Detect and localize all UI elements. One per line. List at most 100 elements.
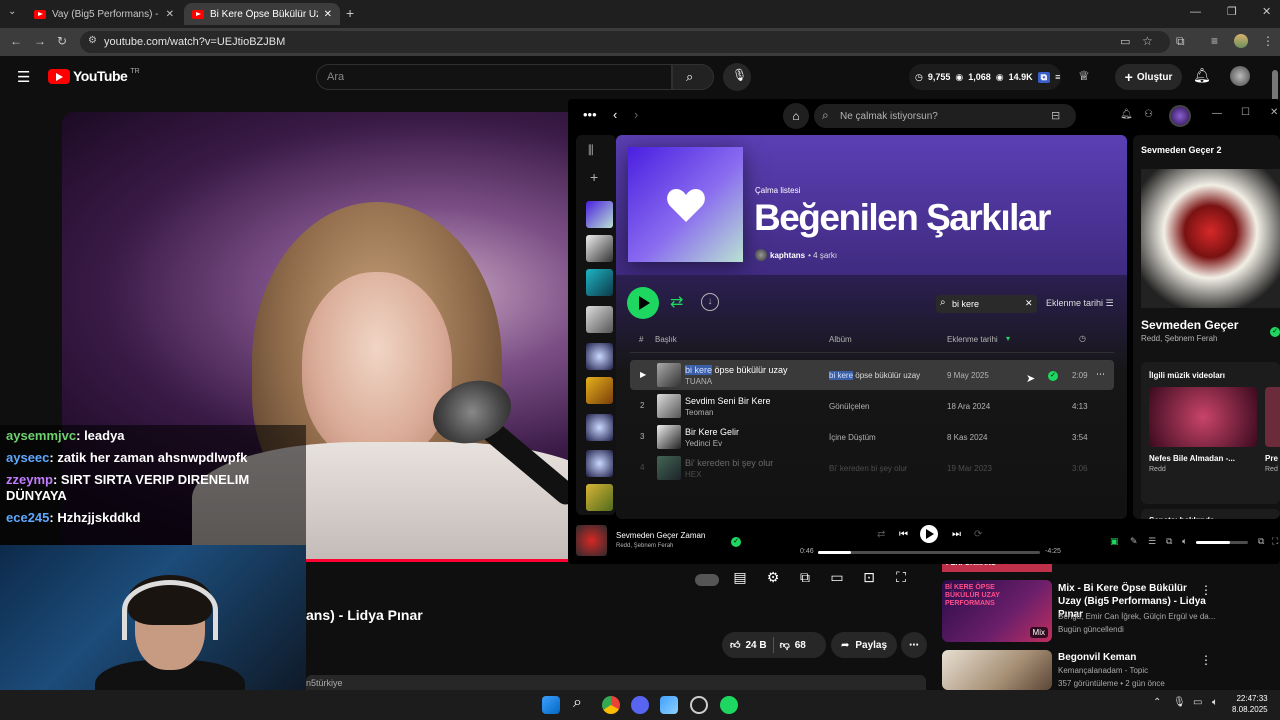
shuffle-icon[interactable]: ⇄ xyxy=(877,529,885,540)
playlist-filter-input[interactable]: ⌕ bi kere ✕ xyxy=(936,295,1037,313)
youtube-logo[interactable]: YouTube TR xyxy=(48,68,140,84)
network-icon[interactable]: ▭ xyxy=(1193,697,1202,708)
track-row[interactable]: ▶ bi kere öpse bükülür uzay TUANA bi ker… xyxy=(630,360,1114,390)
track-album[interactable]: İçine Düştüm xyxy=(829,433,876,442)
row-play-icon[interactable]: ▶ xyxy=(640,370,646,379)
related-video-thumbnail[interactable] xyxy=(1265,387,1280,447)
friends-activity-icon[interactable]: ⚇ xyxy=(1144,109,1153,120)
now-playing-view-icon[interactable]: ▣ xyxy=(1110,536,1119,547)
library-tile[interactable] xyxy=(586,414,613,441)
about-artist-card[interactable]: Sanatçı hakkında xyxy=(1141,509,1280,519)
chrome-icon[interactable] xyxy=(602,696,620,714)
bookmark-star-icon[interactable]: ☆ xyxy=(1142,34,1153,48)
shuffle-icon[interactable]: ⇄ xyxy=(670,292,683,312)
track-artist[interactable]: Teoman xyxy=(685,408,713,417)
track-album[interactable]: Gönülçelen xyxy=(829,402,869,411)
clock[interactable]: 22:47:33 8.08.2025 xyxy=(1232,693,1268,715)
repeat-icon[interactable]: ⟳ xyxy=(974,529,982,540)
new-tab-plus-icon[interactable]: + xyxy=(346,5,354,21)
add-playlist-plus-icon[interactable]: + xyxy=(590,169,598,185)
back-chevron-icon[interactable]: ‹ xyxy=(613,107,617,122)
tab-vay[interactable]: Vay (Big5 Performans) - Dilara ✕ xyxy=(26,3,182,25)
library-tile[interactable] xyxy=(586,306,613,333)
more-actions-button[interactable]: ⋯ xyxy=(901,632,927,658)
create-button[interactable]: + Oluştur xyxy=(1115,64,1182,90)
forward-arrow-icon[interactable]: → xyxy=(34,34,46,48)
extensions-icon[interactable]: ⧉ xyxy=(1176,34,1185,49)
search-icon[interactable]: ⌕ xyxy=(573,694,582,712)
description-box[interactable]: n5türkiye xyxy=(306,675,926,690)
volume-slider[interactable] xyxy=(1196,541,1248,544)
now-playing-cover[interactable] xyxy=(576,525,607,556)
media-controls-icon[interactable]: ≡ xyxy=(1211,34,1218,48)
saved-check-icon[interactable]: ✓ xyxy=(1048,371,1058,381)
track-title[interactable]: Sevdim Seni Bir Kere xyxy=(685,396,771,406)
saved-check-icon[interactable]: ✓ xyxy=(1270,327,1280,337)
windows-start-icon[interactable] xyxy=(542,696,560,714)
notifications-bell-icon[interactable]: 🔔︎ xyxy=(1193,67,1211,84)
url-bar[interactable]: ⚙ youtube.com/watch?v=UEJtioBZJBM xyxy=(80,31,1170,53)
track-artist[interactable]: Yedinci Ev xyxy=(685,439,722,448)
app-icon[interactable] xyxy=(660,696,678,714)
saved-check-icon[interactable]: ✓ xyxy=(731,537,741,547)
cast-icon[interactable]: ⊡ xyxy=(859,569,879,589)
hamburger-menu-icon[interactable]: ☰ xyxy=(17,68,30,86)
spotify-icon[interactable] xyxy=(720,696,738,714)
clear-filter-icon[interactable]: ✕ xyxy=(1025,298,1033,309)
browse-icon[interactable]: ⊟ xyxy=(1051,109,1060,122)
youtube-search-button[interactable]: ⌕ xyxy=(672,64,714,90)
microphone-icon[interactable]: 🎙︎ xyxy=(1173,697,1186,708)
like-button[interactable]: 👍︎ 24 B xyxy=(730,639,767,652)
menu-kebab-icon[interactable]: ⋮ xyxy=(1262,34,1274,48)
sort-dropdown[interactable]: Eklenme tarihi ☰ xyxy=(1046,298,1114,309)
col-album[interactable]: Albüm xyxy=(829,335,852,344)
settings-gear-icon[interactable]: ⚙ xyxy=(763,569,783,589)
dislike-button[interactable]: 👎︎ 68 xyxy=(780,639,806,652)
library-tile[interactable] xyxy=(586,343,613,370)
play-playlist-button[interactable] xyxy=(627,287,659,319)
track-album[interactable]: Bi' kereden bi şey olur xyxy=(829,464,907,473)
track-title[interactable]: Bi' kereden bi şey olur xyxy=(685,458,773,468)
recommendation-menu-icon[interactable]: ⋮ xyxy=(1200,583,1212,597)
download-icon[interactable]: ↓ xyxy=(701,293,719,311)
site-info-icon[interactable]: ⚙ xyxy=(88,35,97,46)
miniplayer-icon[interactable]: ⧉ xyxy=(795,569,815,589)
share-button[interactable]: ➦ Paylaş xyxy=(831,632,897,658)
theater-mode-icon[interactable]: ▭ xyxy=(827,569,847,589)
track-row[interactable]: 2 Sevdim Seni Bir Kere Teoman Gönülçelen… xyxy=(630,391,1114,421)
queue-icon[interactable]: ☰ xyxy=(1148,536,1156,547)
spotify-menu-dots-icon[interactable]: ••• xyxy=(583,107,597,122)
youtube-search-input[interactable]: Ara xyxy=(316,64,672,90)
play-pause-button[interactable] xyxy=(920,525,938,543)
notifications-bell-icon[interactable]: 🔔︎ xyxy=(1120,109,1133,120)
miniplayer-icon[interactable]: ⧉ xyxy=(1258,536,1264,547)
tab-close-icon[interactable]: ✕ xyxy=(324,9,332,20)
restore-window-icon[interactable]: ❐ xyxy=(1227,5,1237,18)
library-tile[interactable] xyxy=(586,377,613,404)
track-title[interactable]: bi kere öpse bükülür uzay xyxy=(685,365,788,375)
reload-icon[interactable]: ↻ xyxy=(57,34,67,48)
fullscreen-icon[interactable]: ⛶ xyxy=(1272,536,1278,547)
cast-icon[interactable]: ▭ xyxy=(1120,35,1130,48)
track-artist[interactable]: HEX xyxy=(685,470,701,479)
tab-bi-kere[interactable]: Bi Kere Öpse Bükülür Uzay (Big5 ✕ xyxy=(184,3,340,25)
owner-name[interactable]: kaphtans xyxy=(770,251,805,260)
autoplay-toggle[interactable] xyxy=(695,574,719,586)
home-icon[interactable]: ⌂ xyxy=(783,103,809,129)
panel-artists[interactable]: Redd, Şebnem Ferah xyxy=(1141,334,1218,343)
track-row[interactable]: 4 Bi' kereden bi şey olur HEX Bi' kerede… xyxy=(630,453,1114,483)
lyrics-mic-icon[interactable]: ✎ xyxy=(1130,536,1138,547)
recommendation-item[interactable]: Bİ KERE ÖPSE BÜKÜLÜR UZAY PERFORMANS Mix… xyxy=(942,580,1272,648)
minimize-window-icon[interactable]: — xyxy=(1190,6,1201,18)
volume-icon[interactable]: 🔈︎ xyxy=(1212,697,1218,708)
recommendation-item[interactable]: Begonvil Keman Kemançalanadam - Topic 35… xyxy=(942,650,1272,690)
related-video-thumbnail[interactable] xyxy=(1149,387,1257,447)
back-arrow-icon[interactable]: ← xyxy=(10,34,22,48)
library-liked-songs-tile[interactable] xyxy=(586,201,613,228)
minimize-window-icon[interactable]: — xyxy=(1212,108,1222,119)
app-icon[interactable] xyxy=(690,696,708,714)
tab-list-chevron-icon[interactable]: ⌄ xyxy=(8,6,16,17)
playback-progress-bar[interactable] xyxy=(818,551,1040,554)
user-avatar[interactable] xyxy=(1230,66,1250,86)
extension-badge-icon[interactable]: ⧉ xyxy=(1037,71,1051,83)
